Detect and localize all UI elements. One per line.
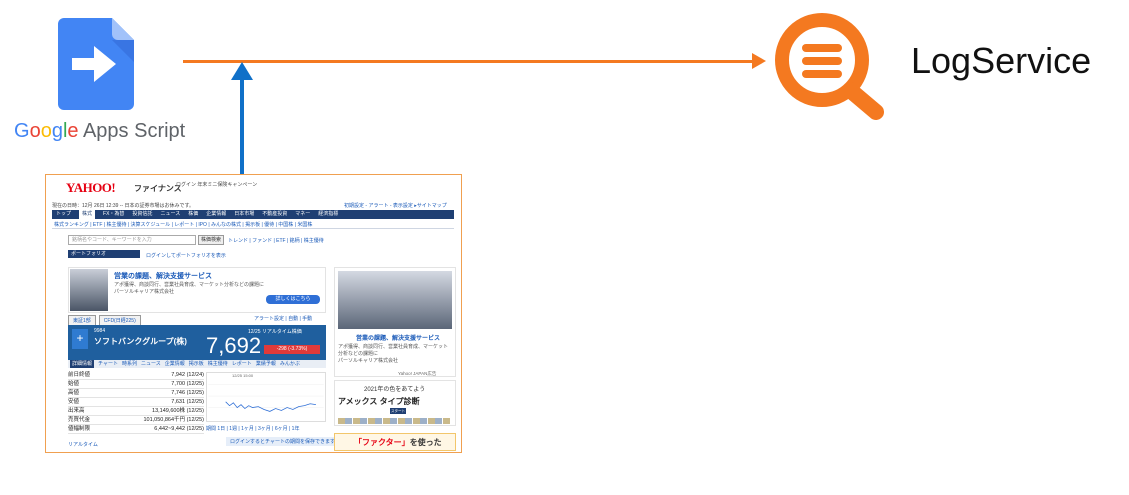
- amex-top-text: 2021年の色をあてよう: [364, 387, 426, 393]
- ad-title[interactable]: 営業の課題、解決支援サービス: [114, 271, 212, 281]
- nav-item[interactable]: トップ: [56, 210, 71, 219]
- amex-main-text: アメックス タイプ診断: [338, 397, 420, 406]
- nav-item[interactable]: 経済指標: [318, 210, 338, 219]
- stat-row: 始値 7,700 (12/25): [68, 381, 204, 389]
- stock-name: ソフトバンクグループ(株): [94, 337, 187, 346]
- google-apps-script-icon: [58, 18, 134, 110]
- stat-row: 高値 7,746 (12/25): [68, 390, 204, 398]
- stat-row: 前日終値 7,942 (12/24): [68, 372, 204, 380]
- amex-start-button[interactable]: スタート: [390, 408, 406, 414]
- portfolio-label: ポートフォリオ: [68, 250, 140, 258]
- search-button[interactable]: 株価検索: [198, 235, 224, 245]
- yahoo-finance-screenshot: YAHOO! ファイナンス ログイン 年末ミニ保険キャンペーン 現在の日時：12…: [45, 174, 462, 453]
- realtime-link[interactable]: リアルタイム: [68, 441, 98, 448]
- nav-item[interactable]: 不動産投資: [262, 210, 287, 219]
- sub-nav[interactable]: 株式ランキング | ETF | 株主優待 | 決算スケジュール | レポート |…: [52, 221, 454, 229]
- nav-item-active[interactable]: 株式: [79, 210, 96, 219]
- logservice-magnifier-icon: [775, 13, 884, 120]
- subtab-details[interactable]: 詳細情報: [70, 360, 95, 368]
- subtab[interactable]: ニュース: [141, 360, 161, 368]
- stock-code: 9984: [94, 328, 106, 334]
- subtab[interactable]: 株主優待: [208, 360, 228, 368]
- finance-title: ファイナンス: [134, 184, 182, 193]
- gas-to-logservice-arrow: [183, 60, 758, 63]
- gas-label: Google Apps Script: [14, 120, 186, 142]
- ad-side-title[interactable]: 営業の課題、解決支援サービス: [356, 333, 440, 342]
- nav-item[interactable]: マネー: [295, 210, 310, 219]
- date-line: 現在の日時：12月 26日 12:39 -- 日本の証券市場はお休みです。: [52, 203, 195, 209]
- subtab[interactable]: みんかぶ: [280, 360, 300, 368]
- chart-period-links[interactable]: 期間 1日 | 1週 | 1ヶ月 | 3ヶ月 | 6ヶ月 | 1年: [206, 425, 299, 432]
- stat-row: 売買代金 101,050,864千円 (12/25): [68, 417, 204, 425]
- main-nav: トップ 株式 FX・為替 投資信託 ニュース 株価 企業情報 日本市場 不動産投…: [52, 210, 454, 219]
- yahoo-logo: YAHOO!: [66, 180, 116, 195]
- stat-row: 出来高 13,149,600株 (12/25): [68, 408, 204, 416]
- ad-photo: [70, 269, 108, 311]
- subtab[interactable]: チャート: [98, 360, 118, 368]
- subtab[interactable]: 時系列: [122, 360, 137, 368]
- intraday-chart[interactable]: [206, 372, 326, 422]
- stock-price: 7,692: [206, 333, 262, 358]
- trend-links[interactable]: トレンド | ファンド | ETF | 銘柄 | 株主優待: [228, 237, 324, 244]
- subtab[interactable]: レポート: [232, 360, 252, 368]
- header-note: ログイン 年末ミニ保険キャンペーン: [176, 182, 258, 188]
- ad-side-footer: Yahoo! JAPAN広告: [398, 371, 437, 376]
- screenshot-to-gas-arrowhead: [231, 62, 253, 80]
- subtab[interactable]: 掲示板: [189, 360, 204, 368]
- nav-item[interactable]: 株価: [188, 210, 198, 219]
- ad-text: アポ獲得、商談同行、営業社員育成、マーケット分析などの課題に パーソルキャリア株…: [114, 282, 265, 295]
- stock-stats-table: 前日終値 7,942 (12/24) 始値 7,700 (12/25) 高値 7,74…: [68, 371, 204, 434]
- nav-item[interactable]: 投資信託: [132, 210, 152, 219]
- factor-text: 「ファクター」を使った: [354, 438, 442, 447]
- screenshot-to-gas-arrow: [240, 78, 244, 174]
- subtab[interactable]: 業績予報: [256, 360, 276, 368]
- subtab[interactable]: 企業情報: [165, 360, 185, 368]
- nav-item[interactable]: FX・為替: [103, 210, 124, 219]
- search-input[interactable]: 銘柄名やコード、キーワードを入力: [68, 235, 196, 245]
- stock-subtabs: 詳細情報 チャート 時系列 ニュース 企業情報 掲示板 株主優待 レポート 業績…: [68, 360, 326, 368]
- amex-cards-strip: [338, 418, 450, 424]
- price-change-badge: -298 (-3.73%): [264, 345, 320, 354]
- alert-settings[interactable]: アラート設定 | 自動 | 手動: [254, 315, 312, 322]
- nav-item[interactable]: 日本市場: [234, 210, 254, 219]
- logservice-label: LogService: [911, 40, 1092, 81]
- ad-details-button[interactable]: 詳しくはこちら: [266, 295, 320, 304]
- add-portfolio-button[interactable]: +: [72, 329, 88, 349]
- chart-login-link[interactable]: ログインするとチャートの期間を保存できます: [226, 437, 339, 446]
- nav-item[interactable]: ニュース: [160, 210, 180, 219]
- ad-side-photo: [338, 271, 452, 329]
- ad-side-text: アポ獲得、商談同行、営業社員育成、マーケット分析などの課題に パーソルキャリア株…: [338, 344, 449, 364]
- chart-timestamp: 12/25 15:00: [232, 373, 254, 378]
- portfolio-login-link[interactable]: ログインしてポートフォリオを表示: [146, 252, 226, 259]
- stat-row: 値幅制限 6,442~9,442 (12/25): [68, 426, 204, 434]
- top-links[interactable]: 初期設定 - アラート - 表示設定 ▸サイトマップ: [344, 202, 447, 209]
- stat-row: 安値 7,631 (12/25): [68, 399, 204, 407]
- nav-item[interactable]: 企業情報: [206, 210, 226, 219]
